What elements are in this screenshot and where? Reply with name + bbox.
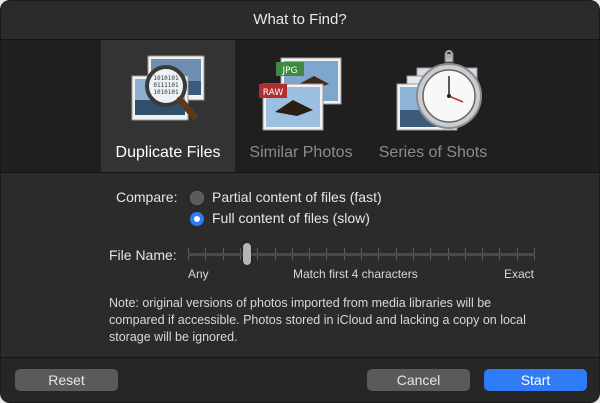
duplicate-files-magnifier-icon: 1010101 0111101 1010101	[128, 54, 212, 143]
raw-badge: RAW	[263, 88, 284, 98]
modes-divider	[1, 172, 599, 173]
slider-knob[interactable]	[243, 243, 251, 265]
radio-full-content[interactable]	[190, 212, 204, 226]
dialog-title: What to Find?	[253, 11, 347, 28]
slider-track	[188, 253, 535, 256]
svg-text:1010101: 1010101	[153, 89, 179, 96]
mode-label: Similar Photos	[249, 144, 353, 161]
file-name-label: File Name:	[109, 247, 177, 263]
radio-partial-content[interactable]	[190, 191, 204, 205]
radio-full-content-label[interactable]: Full content of files (slow)	[212, 210, 370, 226]
what-to-find-dialog: What to Find? 1010101 0111101 1010101 Du…	[0, 0, 600, 403]
mode-label: Duplicate Files	[115, 144, 221, 161]
note-text: Note: original versions of photos import…	[109, 296, 526, 344]
series-of-shots-stopwatch-icon	[391, 50, 483, 145]
jpg-badge: JPG	[281, 66, 297, 76]
similar-photos-icon: JPG RAW	[259, 54, 349, 143]
mode-series-of-shots[interactable]: Series of Shots	[367, 40, 499, 172]
mode-label: Series of Shots	[378, 144, 488, 161]
mode-selector: 1010101 0111101 1010101 Duplicate Files …	[1, 40, 599, 172]
slider-label-any: Any	[188, 267, 209, 281]
svg-text:0111101: 0111101	[153, 82, 179, 89]
svg-text:1010101: 1010101	[153, 75, 179, 82]
start-button[interactable]: Start	[484, 369, 587, 391]
slider-label-match-first-4: Match first 4 characters	[293, 267, 418, 281]
reset-button[interactable]: Reset	[15, 369, 118, 391]
cancel-button[interactable]: Cancel	[367, 369, 470, 391]
slider-label-exact: Exact	[504, 267, 535, 281]
mode-similar-photos[interactable]: JPG RAW Similar Photos	[235, 40, 367, 172]
compare-label: Compare:	[116, 189, 178, 205]
radio-partial-content-label[interactable]: Partial content of files (fast)	[212, 189, 382, 205]
file-name-slider[interactable]	[188, 243, 535, 265]
mode-duplicate-files[interactable]: 1010101 0111101 1010101 Duplicate Files	[101, 40, 235, 172]
